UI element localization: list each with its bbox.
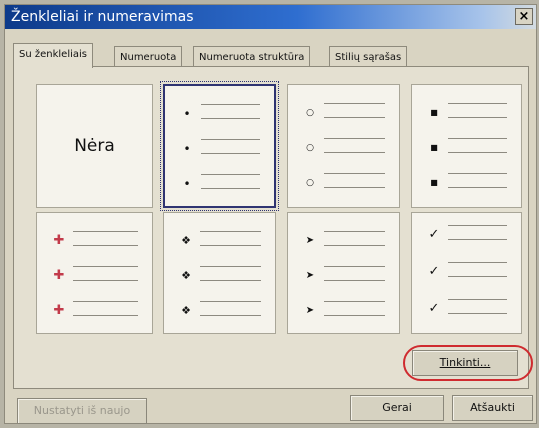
bullet-option-picture[interactable]: ✚ ✚ ✚ bbox=[36, 212, 153, 334]
preview-line bbox=[324, 245, 385, 246]
ok-button[interactable]: Gerai bbox=[350, 395, 444, 421]
square-bullet-icon: ■ bbox=[430, 143, 438, 152]
preview-line bbox=[73, 301, 138, 302]
checkmark-bullet-icon: ✓ bbox=[428, 227, 440, 242]
highlight-annotation bbox=[403, 345, 533, 381]
preview-line bbox=[200, 231, 261, 232]
close-icon: × bbox=[518, 9, 530, 24]
preview-line bbox=[448, 299, 507, 300]
arrowhead-bullet-icon: ➤ bbox=[305, 305, 315, 316]
preview-line bbox=[324, 138, 385, 139]
hollow-circle-bullet-icon: ○ bbox=[306, 178, 314, 188]
preview-line bbox=[73, 245, 138, 246]
preview-line bbox=[448, 239, 507, 240]
bullet-gallery-panel: Nėra • • • ○ ○ ○ ■ ■ ■ ✚ ✚ ✚ ❖ ❖ ❖ ➤ ➤ ➤… bbox=[13, 66, 529, 389]
cancel-button-label: Atšaukti bbox=[470, 401, 515, 414]
bullets-and-numbering-dialog: Ženkleliai ir numeravimas × Su ženklelia… bbox=[4, 4, 537, 424]
four-diamond-bullet-icon: ❖ bbox=[181, 269, 191, 282]
bullet-option-hollow-circle[interactable]: ○ ○ ○ bbox=[287, 84, 400, 208]
tab-outline-numbered-label: Numeruota struktūra bbox=[199, 52, 305, 63]
preview-line bbox=[448, 152, 507, 153]
tab-list-styles[interactable]: Stilių sąrašas bbox=[329, 46, 408, 67]
arrowhead-bullet-icon: ➤ bbox=[305, 235, 315, 246]
preview-line bbox=[448, 313, 507, 314]
preview-line bbox=[324, 152, 385, 153]
tab-numbered[interactable]: Numeruota bbox=[114, 46, 183, 67]
preview-line bbox=[73, 280, 138, 281]
preview-line bbox=[201, 139, 260, 140]
preview-line bbox=[448, 276, 507, 277]
checkmark-bullet-icon: ✓ bbox=[428, 264, 440, 279]
preview-line bbox=[324, 315, 385, 316]
preview-line bbox=[201, 174, 260, 175]
checkmark-bullet-icon: ✓ bbox=[428, 301, 440, 316]
tab-bulleted-label: Su ženkleliais bbox=[19, 49, 87, 60]
preview-line bbox=[73, 315, 138, 316]
tab-outline-numbered[interactable]: Numeruota struktūra bbox=[193, 46, 311, 67]
preview-line bbox=[73, 231, 138, 232]
ok-button-label: Gerai bbox=[382, 401, 412, 414]
preview-line bbox=[448, 117, 507, 118]
preview-line bbox=[324, 280, 385, 281]
preview-line bbox=[201, 188, 260, 189]
tab-list-styles-label: Stilių sąrašas bbox=[335, 52, 402, 63]
bullet-option-none[interactable]: Nėra bbox=[36, 84, 153, 208]
preview-line bbox=[324, 187, 385, 188]
bullet-option-dot[interactable]: • • • bbox=[160, 81, 279, 211]
reset-button-label: Nustatyti iš naujo bbox=[33, 404, 131, 417]
tab-bulleted[interactable]: Su ženkleliais bbox=[13, 43, 93, 68]
preview-line bbox=[201, 153, 260, 154]
preview-line bbox=[448, 138, 507, 139]
bullet-option-checkmark[interactable]: ✓ ✓ ✓ bbox=[411, 212, 522, 334]
preview-line bbox=[200, 266, 261, 267]
dot-bullet-icon: • bbox=[183, 107, 191, 121]
bullet-option-arrowhead[interactable]: ➤ ➤ ➤ bbox=[287, 212, 400, 334]
arrowhead-bullet-icon: ➤ bbox=[305, 270, 315, 281]
four-diamond-bullet-icon: ❖ bbox=[181, 234, 191, 247]
window-title: Ženkleliai ir numeravimas bbox=[11, 9, 194, 25]
cancel-button[interactable]: Atšaukti bbox=[452, 395, 533, 421]
preview-line bbox=[448, 103, 507, 104]
preview-line bbox=[200, 315, 261, 316]
picture-bullet-icon: ✚ bbox=[53, 233, 65, 248]
preview-line bbox=[324, 231, 385, 232]
title-bar: Ženkleliai ir numeravimas × bbox=[5, 5, 536, 29]
bullet-option-diamond[interactable]: ❖ ❖ ❖ bbox=[163, 212, 276, 334]
preview-line bbox=[448, 225, 507, 226]
reset-button[interactable]: Nustatyti iš naujo bbox=[17, 398, 147, 424]
hollow-circle-bullet-icon: ○ bbox=[306, 143, 314, 153]
preview-line bbox=[200, 280, 261, 281]
tab-numbered-label: Numeruota bbox=[120, 52, 177, 63]
preview-line bbox=[324, 173, 385, 174]
picture-bullet-icon: ✚ bbox=[53, 268, 65, 283]
preview-line bbox=[200, 245, 261, 246]
hollow-circle-bullet-icon: ○ bbox=[306, 108, 314, 118]
picture-bullet-icon: ✚ bbox=[53, 303, 65, 318]
preview-line bbox=[448, 173, 507, 174]
preview-line bbox=[201, 118, 260, 119]
preview-line bbox=[448, 187, 507, 188]
preview-line bbox=[324, 103, 385, 104]
none-label: Nėra bbox=[74, 136, 115, 156]
preview-line bbox=[200, 301, 261, 302]
square-bullet-icon: ■ bbox=[430, 108, 438, 117]
preview-line bbox=[324, 117, 385, 118]
preview-line bbox=[324, 301, 385, 302]
preview-line bbox=[73, 266, 138, 267]
dot-bullet-icon: • bbox=[183, 177, 191, 191]
square-bullet-icon: ■ bbox=[430, 178, 438, 187]
preview-line bbox=[448, 262, 507, 263]
preview-line bbox=[324, 266, 385, 267]
bullet-option-square[interactable]: ■ ■ ■ bbox=[411, 84, 522, 208]
preview-line bbox=[201, 104, 260, 105]
close-button[interactable]: × bbox=[515, 8, 533, 25]
dot-bullet-icon: • bbox=[183, 142, 191, 156]
four-diamond-bullet-icon: ❖ bbox=[181, 304, 191, 317]
